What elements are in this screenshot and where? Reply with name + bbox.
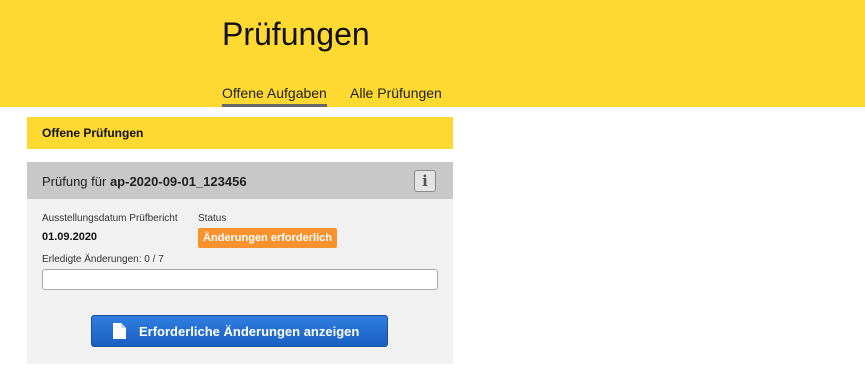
section-header: Offene Prüfungen [27,117,453,149]
page-header: Prüfungen Offene Aufgaben Alle Prüfungen [0,0,865,107]
card-body: Ausstellungsdatum Prüfbericht 01.09.2020… [27,199,453,364]
date-label: Ausstellungsdatum Prüfbericht [42,213,178,224]
document-icon [113,323,126,339]
show-required-changes-button[interactable]: Erforderliche Änderungen anzeigen [91,315,388,347]
button-label: Erforderliche Änderungen anzeigen [139,324,360,339]
info-icon: i [422,172,428,190]
info-button[interactable]: i [414,170,436,192]
tab-offene-aufgaben[interactable]: Offene Aufgaben [222,85,327,107]
page-title: Prüfungen [222,16,370,52]
date-value: 01.09.2020 [42,231,98,243]
card-title-id: ap-2020-09-01_123456 [109,174,247,189]
card-title-prefix: Prüfung für [42,174,107,189]
status-label: Status [198,213,227,224]
progress-label: Erledigte Änderungen: 0 / 7 [42,254,164,265]
status-badge: Änderungen erforderlich [198,228,337,248]
tab-alle-pruefungen[interactable]: Alle Prüfungen [350,85,442,102]
card-title: Prüfung für ap-2020-09-01_123456 [42,174,247,189]
progress-bar [42,269,438,290]
section-title: Offene Prüfungen [42,126,144,140]
card-header: Prüfung für ap-2020-09-01_123456 i [27,162,453,199]
